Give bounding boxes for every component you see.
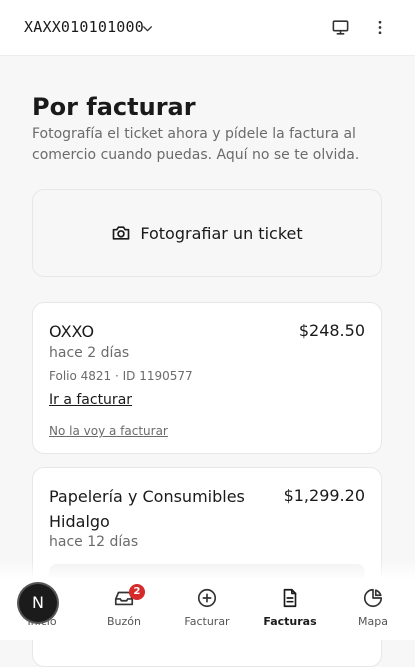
merchant-name: Papelería y Consumibles Hidalgo — [49, 487, 245, 531]
nav-label: Mapa — [358, 615, 388, 628]
ticket-folio: Folio 4821 · ID 1190577 — [49, 369, 193, 383]
merchant-name: OXXO — [49, 322, 95, 341]
file-text-icon — [279, 587, 301, 609]
page-subtitle: Fotografía el ticket ahora y pídele la f… — [32, 126, 360, 163]
top-bar: XAXX010101000 — [0, 0, 415, 56]
avatar[interactable]: N — [19, 584, 57, 622]
ticket-card[interactable]: OXXO $248.50 hace 2 días Folio 4821 · ID… — [32, 302, 382, 454]
monitor-icon[interactable] — [331, 18, 350, 41]
bottom-fade — [0, 560, 415, 578]
ticket-amount: $1,299.20 — [283, 486, 365, 505]
chevron-down-icon[interactable] — [141, 20, 154, 39]
rfc-selector-label[interactable]: XAXX010101000 — [24, 18, 144, 36]
bottom-navigation: Inicio 2 Buzón Facturar Facturas Mapa — [0, 578, 415, 640]
unread-badge: 2 — [129, 584, 145, 600]
photograph-ticket-button[interactable]: Fotografiar un ticket — [32, 189, 382, 277]
nav-label: Buzón — [107, 615, 141, 628]
ticket-age: hace 12 días — [49, 534, 139, 550]
more-vertical-icon[interactable] — [371, 18, 389, 41]
dismiss-invoice-link[interactable]: No la voy a facturar — [49, 424, 168, 438]
nav-item-facturas[interactable]: Facturas — [255, 578, 325, 640]
nav-item-buzon[interactable]: 2 Buzón — [89, 578, 159, 640]
plus-circle-icon — [196, 587, 218, 609]
camera-icon — [111, 223, 131, 243]
ticket-age: hace 2 días — [49, 345, 130, 361]
page-title: Por facturar — [32, 93, 196, 121]
nav-item-mapa[interactable]: Mapa — [338, 578, 408, 640]
pie-chart-icon — [362, 587, 384, 609]
nav-item-facturar[interactable]: Facturar — [172, 578, 242, 640]
nav-label: Facturas — [263, 615, 317, 628]
nav-label: Facturar — [184, 615, 230, 628]
ticket-amount: $248.50 — [298, 321, 365, 340]
photograph-ticket-label: Fotografiar un ticket — [140, 223, 303, 243]
go-to-invoice-link[interactable]: Ir a facturar — [49, 392, 132, 408]
